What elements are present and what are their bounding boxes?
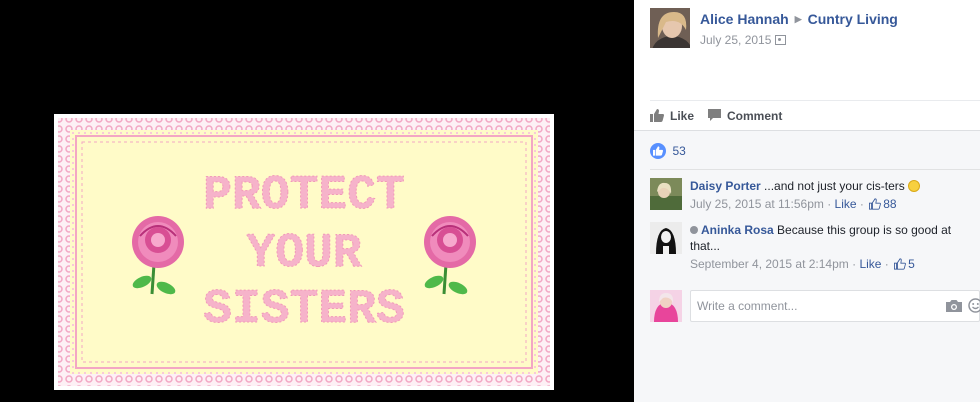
post-photo[interactable]: PROTECT YOUR SISTERS [54, 114, 554, 390]
image-line-2: YOUR [246, 227, 361, 281]
author-name-link[interactable]: Alice Hannah [700, 11, 789, 27]
comment-like-link[interactable]: Like [859, 257, 881, 271]
group-audience-icon[interactable] [775, 35, 787, 45]
reaction-count: 53 [672, 143, 686, 158]
post-date-link[interactable]: July 25, 2015 [700, 33, 771, 47]
comment-like-link[interactable]: Like [835, 197, 857, 211]
group-name-link[interactable]: Cuntry Living [808, 11, 898, 27]
comment-time-link[interactable]: July 25, 2015 at 11:56pm [690, 197, 824, 211]
my-avatar [650, 290, 682, 322]
post-author-line: Alice Hannah ▶ Cuntry Living [700, 11, 898, 27]
comment-body: Aninka Rosa Because this group is so goo… [690, 222, 975, 272]
comment-composer [650, 290, 980, 322]
shared-to-arrow-icon: ▶ [794, 14, 802, 24]
thumbs-up-outline-icon [894, 258, 906, 270]
post-side-panel: Alice Hannah ▶ Cuntry Living July 25, 2015… [634, 0, 980, 402]
emoji-icon[interactable] [968, 298, 980, 313]
comment-like-count[interactable]: 5 [892, 257, 915, 271]
commenter-name-link[interactable]: Daisy Porter [690, 179, 761, 193]
comment-meta: September 4, 2015 at 2:14pm · Like · 5 [690, 257, 915, 271]
like-button-label: Like [670, 109, 695, 123]
comment-input[interactable] [690, 290, 980, 322]
smile-emoji-icon [908, 180, 921, 192]
author-avatar[interactable] [650, 8, 690, 48]
like-button[interactable]: Like [650, 109, 694, 123]
like-reaction-icon [650, 142, 666, 159]
comment-button[interactable]: Comment [708, 109, 782, 123]
post-meta: July 25, 2015 [700, 33, 787, 47]
image-line-3: SISTERS [203, 283, 405, 337]
commenter-name-link[interactable]: Aninka Rosa [701, 223, 774, 237]
image-line-1: PROTECT [203, 169, 405, 223]
comment-body: Daisy Porter ...and not just your cis-te… [690, 178, 975, 212]
comment-like-count[interactable]: 88 [867, 197, 897, 211]
camera-icon[interactable] [946, 299, 962, 312]
thumbs-up-icon [650, 109, 664, 122]
verified-badge-icon [690, 226, 698, 234]
post-actions-bar: Like Comment [650, 100, 980, 130]
commenter-avatar[interactable] [650, 222, 682, 254]
comment-button-label: Comment [727, 109, 783, 123]
comment-time-link[interactable]: September 4, 2015 at 2:14pm [690, 257, 849, 271]
photo-viewer: PROTECT YOUR SISTERS Alice Hannah ▶ Cunt… [0, 0, 980, 402]
post-header: Alice Hannah ▶ Cuntry Living July 25, 2015 [650, 8, 980, 50]
thumbs-up-outline-icon [869, 198, 882, 210]
reactions-summary[interactable]: 53 [650, 142, 686, 160]
comment-text: ...and not just your cis-ters [764, 179, 905, 193]
comment-meta: July 25, 2015 at 11:56pm · Like · 88 [690, 197, 897, 211]
commenter-avatar[interactable] [650, 178, 682, 210]
divider [650, 169, 980, 170]
comment-bubble-icon [708, 109, 721, 121]
photo-stage: PROTECT YOUR SISTERS [0, 0, 634, 402]
feedback-section: 53 Daisy Porter ...and not just your cis… [634, 130, 980, 402]
protect-your-sisters-image: PROTECT YOUR SISTERS [54, 114, 554, 390]
